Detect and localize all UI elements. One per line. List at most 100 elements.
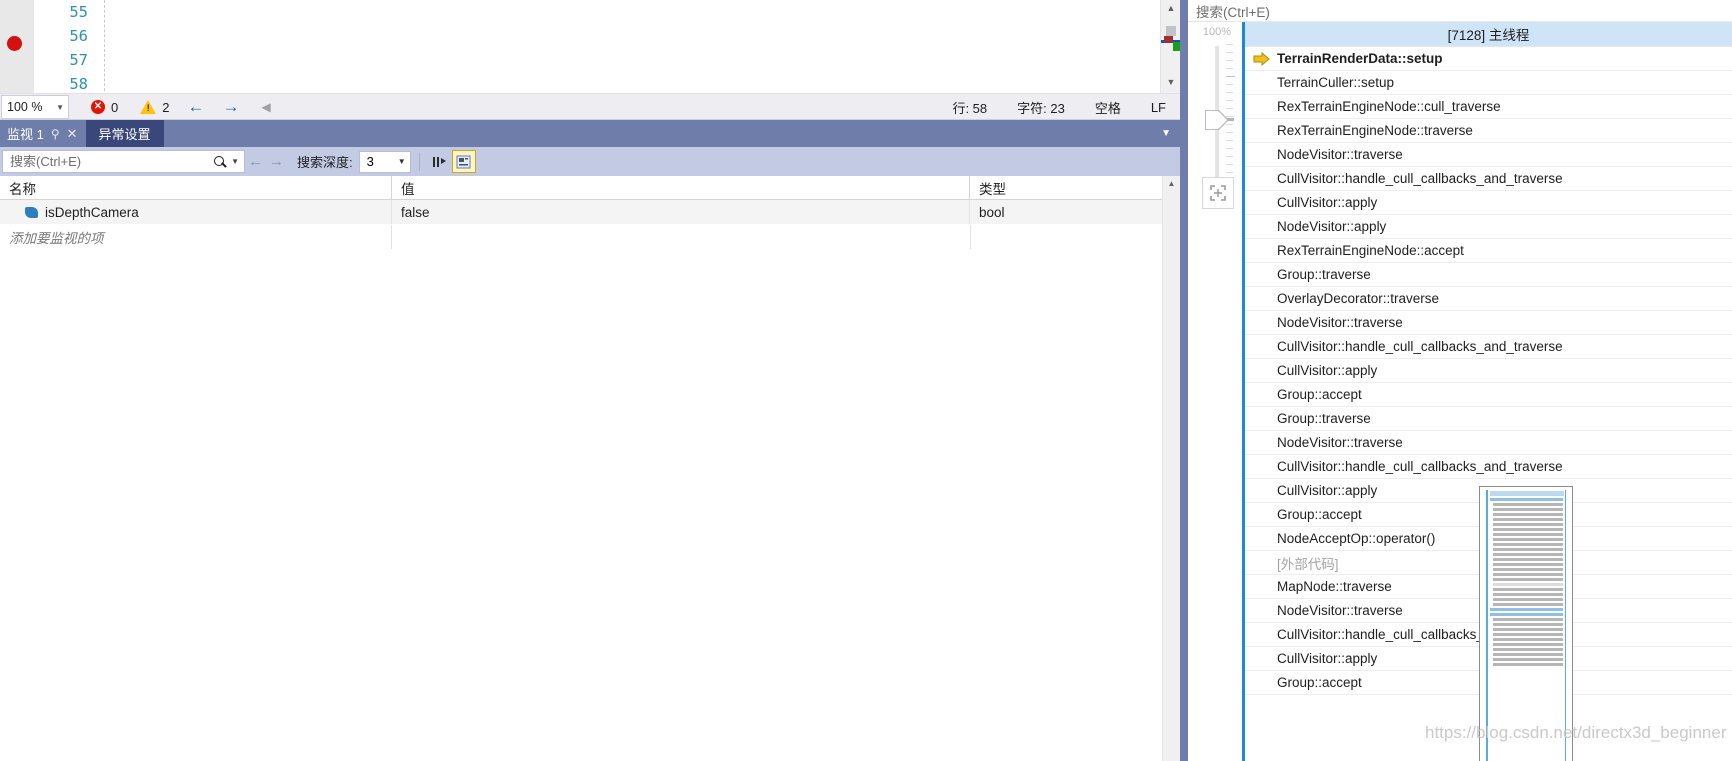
search-depth-value: 3 bbox=[366, 154, 374, 169]
code-text-area[interactable]: // Is this a depth camera? Because if it… bbox=[118, 0, 1298, 101]
breakpoint-gutter[interactable] bbox=[0, 0, 34, 101]
column-header-value[interactable]: 值 bbox=[392, 176, 970, 199]
string-view-icon[interactable] bbox=[451, 150, 476, 173]
scrollbar-thumb[interactable] bbox=[1166, 26, 1176, 36]
call-stack-frame-label: NodeVisitor::traverse bbox=[1277, 435, 1403, 450]
tab-exception-settings-label: 异常设置 bbox=[98, 127, 151, 142]
call-stack-frame-label: TerrainRenderData::setup bbox=[1277, 51, 1443, 66]
table-row[interactable]: isDepthCamera false bool bbox=[0, 200, 1180, 225]
line-number: 57 bbox=[69, 51, 88, 69]
collapse-left-icon[interactable]: ◀ bbox=[261, 100, 270, 114]
warning-count-group[interactable]: 2 bbox=[140, 100, 169, 115]
call-stack-frame[interactable]: NodeVisitor::traverse bbox=[1245, 431, 1732, 455]
call-stack-frame[interactable]: OverlayDecorator::traverse bbox=[1245, 287, 1732, 311]
tab-exception-settings[interactable]: 异常设置 bbox=[85, 120, 164, 147]
code-editor[interactable]: 55 56 57 58 59 // Is this a depth camera… bbox=[0, 0, 1313, 101]
call-stack-frame-label: CullVisitor::apply bbox=[1277, 483, 1378, 498]
call-stack-frame[interactable]: Group::traverse bbox=[1245, 263, 1732, 287]
call-stack-frame[interactable]: Group::accept bbox=[1245, 383, 1732, 407]
column-header-name[interactable]: 名称 bbox=[0, 176, 392, 199]
call-stack-frame[interactable]: CullVisitor::apply bbox=[1245, 359, 1732, 383]
scroll-up-icon[interactable]: ▲ bbox=[1163, 176, 1180, 192]
search-icon[interactable] bbox=[211, 152, 229, 172]
call-stack-thread-header: [7128] 主线程 bbox=[1245, 22, 1732, 47]
navigate-forward-icon[interactable]: → bbox=[222, 97, 239, 117]
variable-icon bbox=[25, 206, 38, 218]
pin-icon[interactable]: ⚲ bbox=[51, 127, 60, 141]
watch-variable-grid: 名称 值 类型 isDepthCamera false bool 添加要监视的项 bbox=[0, 176, 1180, 761]
chevron-down-icon: ▼ bbox=[56, 102, 64, 112]
call-stack-frame[interactable]: CullVisitor::apply bbox=[1245, 191, 1732, 215]
watch-add-row[interactable]: 添加要监视的项 bbox=[0, 225, 1180, 249]
line-number: 56 bbox=[69, 27, 88, 45]
panel-splitter[interactable] bbox=[1180, 0, 1188, 761]
error-circle-icon: ✕ bbox=[91, 100, 105, 114]
scroll-up-icon[interactable]: ▲ bbox=[1161, 0, 1181, 17]
editor-vertical-scrollbar[interactable]: ▲ ▼ bbox=[1160, 0, 1181, 101]
error-count: 0 bbox=[111, 99, 119, 115]
zoom-level-combo[interactable]: 100 % ▼ bbox=[1, 95, 69, 119]
call-stack-frame[interactable]: CullVisitor::handle_cull_callbacks_and_t… bbox=[1245, 335, 1732, 359]
breakpoint-indicator[interactable] bbox=[7, 36, 22, 51]
indent-guide bbox=[104, 0, 105, 101]
call-stack-frame[interactable]: NodeVisitor::traverse bbox=[1245, 311, 1732, 335]
search-next-icon[interactable]: → bbox=[269, 153, 284, 170]
call-stack-frame[interactable]: CullVisitor::handle_cull_callbacks_and_t… bbox=[1245, 167, 1732, 191]
call-stack-frame[interactable]: NodeVisitor::traverse bbox=[1245, 143, 1732, 167]
watch-window: 监视 1 ⚲ ✕ 异常设置 ▼ ▼ ← → 搜索深度: bbox=[0, 119, 1180, 761]
search-depth-combo[interactable]: 3 ▼ bbox=[358, 150, 411, 173]
hex-icon[interactable] bbox=[428, 150, 452, 173]
search-previous-icon[interactable]: ← bbox=[248, 153, 263, 170]
fit-to-window-icon[interactable] bbox=[1202, 177, 1234, 209]
call-stack-frame-label: RexTerrainEngineNode::traverse bbox=[1277, 123, 1473, 138]
call-stack-frame[interactable]: RexTerrainEngineNode::cull_traverse bbox=[1245, 95, 1732, 119]
call-stack-frame-label: RexTerrainEngineNode::cull_traverse bbox=[1277, 99, 1501, 114]
watch-add-placeholder[interactable]: 添加要监视的项 bbox=[0, 225, 392, 249]
call-stack-current-frame[interactable]: TerrainRenderData::setup bbox=[1245, 47, 1732, 71]
call-stack-frame-label: Group::traverse bbox=[1277, 411, 1371, 426]
call-stack-frame-label: TerrainCuller::setup bbox=[1277, 75, 1395, 90]
tab-watch-1[interactable]: 监视 1 ⚲ ✕ bbox=[0, 120, 86, 147]
call-stack-frame[interactable]: CullVisitor::handle_cull_callbacks_and_t… bbox=[1245, 455, 1732, 479]
watch-grid-header: 名称 值 类型 bbox=[0, 176, 1180, 200]
call-stack-frame[interactable]: RexTerrainEngineNode::traverse bbox=[1245, 119, 1732, 143]
call-stack-frame[interactable]: RexTerrainEngineNode::accept bbox=[1245, 239, 1732, 263]
watch-row-value-cell[interactable]: false bbox=[392, 200, 970, 224]
call-stack-frame-label: OverlayDecorator::traverse bbox=[1277, 291, 1440, 306]
watch-tab-strip: 监视 1 ⚲ ✕ 异常设置 ▼ bbox=[0, 120, 1180, 147]
call-stack-frame-label: NodeVisitor::traverse bbox=[1277, 147, 1403, 162]
call-stack-search-row[interactable]: 搜索(Ctrl+E) bbox=[1188, 0, 1732, 22]
search-depth-label: 搜索深度: bbox=[297, 155, 353, 170]
call-stack-search-placeholder: 搜索(Ctrl+E) bbox=[1196, 4, 1270, 20]
thumbnail-header bbox=[1490, 491, 1564, 496]
call-stack-frame[interactable]: NodeVisitor::apply bbox=[1245, 215, 1732, 239]
watch-row-name-cell[interactable]: isDepthCamera bbox=[0, 200, 392, 224]
chevron-down-icon: ▼ bbox=[397, 157, 406, 166]
call-stack-frame-label: CullVisitor::handle_cull_callbacks_and_t… bbox=[1277, 171, 1563, 186]
zoom-slider-strip[interactable]: 100% bbox=[1194, 22, 1240, 761]
watch-row-type-cell: bool bbox=[979, 204, 1005, 220]
watch-add-value-cell[interactable] bbox=[392, 225, 971, 249]
watch-toolbar: ▼ ← → 搜索深度: 3 ▼ bbox=[0, 147, 1180, 176]
error-count-group[interactable]: ✕ 0 bbox=[91, 100, 118, 115]
scroll-down-icon[interactable]: ▼ bbox=[1161, 74, 1181, 91]
close-icon[interactable]: ✕ bbox=[67, 126, 78, 142]
watch-vertical-scrollbar[interactable]: ▲ bbox=[1162, 176, 1180, 761]
line-number: 55 bbox=[69, 3, 88, 21]
call-stack-frame[interactable]: Group::traverse bbox=[1245, 407, 1732, 431]
column-header-type[interactable]: 类型 bbox=[970, 176, 1170, 199]
zoom-percent-label: 100% bbox=[1202, 26, 1232, 38]
call-stack-frame-label: NodeAcceptOp::operator() bbox=[1277, 531, 1436, 546]
call-stack-frame-label: Group::accept bbox=[1277, 387, 1362, 402]
search-box[interactable]: ▼ bbox=[2, 150, 245, 173]
navigate-back-icon[interactable]: ← bbox=[187, 97, 204, 117]
search-options-chevron-icon[interactable]: ▼ bbox=[231, 157, 239, 166]
tab-overflow-icon[interactable]: ▼ bbox=[1161, 120, 1180, 147]
call-stack-frame-label: NodeVisitor::traverse bbox=[1277, 603, 1403, 618]
search-input[interactable] bbox=[8, 153, 212, 170]
call-stack-frame-label: NodeVisitor::apply bbox=[1277, 219, 1387, 234]
call-stack-frame[interactable]: TerrainCuller::setup bbox=[1245, 71, 1732, 95]
line-number-gutter: 55 56 57 58 59 bbox=[34, 0, 94, 101]
call-stack-frame-label: CullVisitor::handle_cull_callbacks_ar bbox=[1277, 627, 1496, 642]
